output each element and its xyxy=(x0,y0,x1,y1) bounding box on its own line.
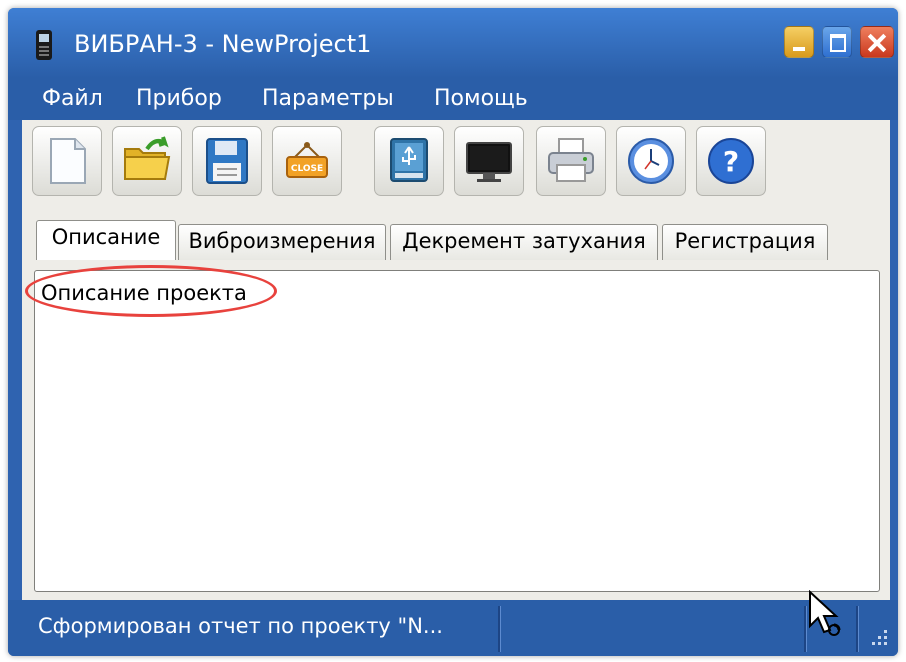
description-panel[interactable]: Описание проекта xyxy=(25,265,880,592)
window-title: ВИБРАН-3 - NewProject1 xyxy=(74,30,372,58)
maximize-button[interactable] xyxy=(822,26,852,58)
mouse-cursor-icon xyxy=(809,590,841,636)
minimize-button[interactable] xyxy=(784,26,814,58)
status-separator xyxy=(804,606,807,652)
tab-description[interactable]: Описание xyxy=(36,220,176,260)
clock-icon xyxy=(628,138,674,184)
save-button[interactable] xyxy=(192,126,262,196)
close-project-button[interactable]: CLOSE xyxy=(272,126,342,196)
tab-damping-decrement[interactable]: Декремент затухания xyxy=(390,224,658,260)
status-separator xyxy=(498,606,501,652)
close-sign-label: CLOSE xyxy=(291,164,323,174)
help-icon: ? xyxy=(708,138,754,184)
menu-bar: Файл Прибор Параметры Помощь xyxy=(8,78,898,120)
menu-parameters[interactable]: Параметры xyxy=(262,86,394,111)
menu-help[interactable]: Помощь xyxy=(434,86,528,111)
highlight-annotation xyxy=(25,265,277,317)
svg-text:?: ? xyxy=(723,145,739,178)
clock-button[interactable] xyxy=(616,126,686,196)
menu-file[interactable]: Файл xyxy=(42,86,103,111)
monitor-button[interactable] xyxy=(454,126,524,196)
monitor-icon xyxy=(466,142,512,182)
tab-registration[interactable]: Регистрация xyxy=(662,224,828,260)
menu-device[interactable]: Прибор xyxy=(136,86,222,111)
tab-vibration-measurements[interactable]: Виброизмерения xyxy=(178,224,386,260)
new-document-icon xyxy=(50,138,86,184)
client-area: CLOSE ? Описание Виброизмерения Декремен… xyxy=(22,120,890,600)
resize-grip-icon[interactable] xyxy=(866,624,890,648)
status-text: Сформирован отчет по проекту "N... xyxy=(38,614,443,638)
device-icon xyxy=(36,30,52,60)
close-window-button[interactable] xyxy=(860,26,894,58)
toolbar: CLOSE ? xyxy=(26,122,890,210)
open-folder-icon xyxy=(124,136,171,180)
print-button[interactable] xyxy=(536,126,606,196)
save-floppy-icon xyxy=(206,138,248,184)
app-window: ВИБРАН-3 - NewProject1 Файл Прибор Парам… xyxy=(8,8,898,656)
title-bar[interactable]: ВИБРАН-3 - NewProject1 xyxy=(8,8,898,78)
help-button[interactable]: ? xyxy=(696,126,766,196)
status-bar: Сформирован отчет по проекту "N... xyxy=(8,600,898,656)
device-connect-button[interactable] xyxy=(374,126,444,196)
close-sign-icon: CLOSE xyxy=(286,142,328,178)
new-button[interactable] xyxy=(32,126,102,196)
printer-icon xyxy=(548,138,594,182)
status-separator xyxy=(856,606,859,652)
usb-device-icon xyxy=(390,138,428,182)
open-button[interactable] xyxy=(112,126,182,196)
